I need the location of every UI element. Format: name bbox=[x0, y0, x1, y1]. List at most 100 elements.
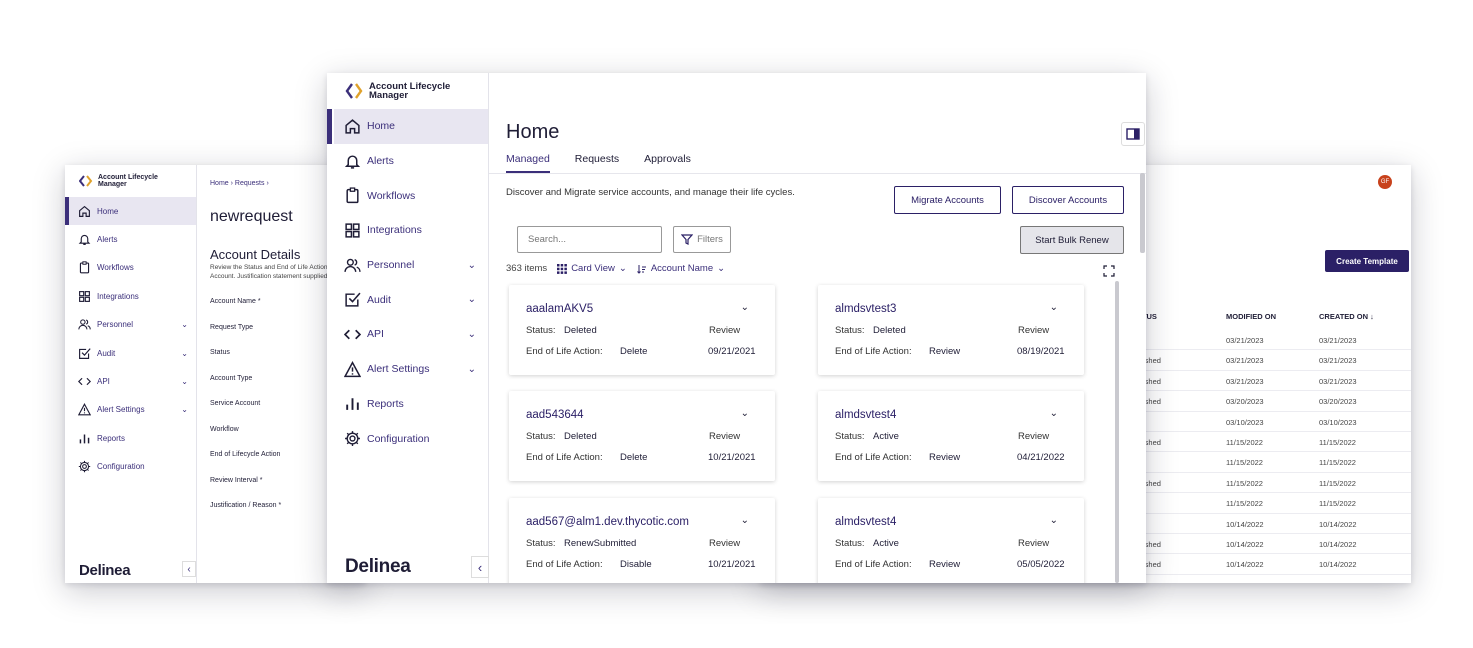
form-field-label: Workflow bbox=[210, 425, 239, 433]
account-card[interactable]: aaalamAKV5 ⌄ Status: Deleted Review End of Li… bbox=[509, 285, 775, 375]
app-name: Account Lifecycle Manager bbox=[369, 81, 451, 101]
create-template-button[interactable]: Create Template bbox=[1325, 250, 1409, 272]
table-row[interactable]: Published10/14/202210/14/2022 bbox=[1128, 554, 1411, 575]
table-row[interactable]: Published03/21/202303/21/2023 bbox=[1128, 350, 1411, 371]
cards-scrollbar[interactable] bbox=[1115, 281, 1119, 583]
sidebar-item-personnel[interactable]: Personnel ⌄ bbox=[65, 311, 196, 339]
column-header-modified[interactable]: MODIFIED ON bbox=[1226, 312, 1276, 321]
chevron-down-icon: ⌄ bbox=[467, 328, 476, 340]
sidebar-item-home[interactable]: Home bbox=[327, 109, 488, 144]
review-label: Review bbox=[1018, 325, 1050, 336]
account-name[interactable]: almdsvtest4 bbox=[835, 516, 896, 528]
table-row[interactable]: Published11/15/202211/15/2022 bbox=[1128, 432, 1411, 453]
sidebar-item-label: Integrations bbox=[97, 291, 139, 301]
account-card[interactable]: almdsvtest3 ⌄ Status: Deleted Review End of L… bbox=[818, 285, 1084, 375]
tab-approvals[interactable]: Approvals bbox=[644, 153, 691, 173]
review-label: Review bbox=[1018, 538, 1050, 549]
chevron-down-icon[interactable]: ⌄ bbox=[1050, 302, 1058, 313]
start-bulk-renew-button[interactable]: Start Bulk Renew bbox=[1020, 226, 1124, 254]
sidebar-item-alerts[interactable]: Alerts bbox=[327, 144, 488, 179]
account-name[interactable]: aad543644 bbox=[526, 409, 584, 421]
account-name[interactable]: almdsvtest4 bbox=[835, 409, 896, 421]
page-scrollbar[interactable] bbox=[1140, 173, 1145, 253]
column-header-created[interactable]: CREATED ON ↓ bbox=[1319, 312, 1374, 321]
eol-value: Disable bbox=[620, 559, 652, 570]
migrate-accounts-button[interactable]: Migrate Accounts bbox=[894, 186, 1001, 214]
sidebar-item-configuration[interactable]: Configuration bbox=[65, 453, 196, 481]
collapse-sidebar-button[interactable]: ‹ bbox=[182, 561, 196, 577]
discover-accounts-button[interactable]: Discover Accounts bbox=[1012, 186, 1124, 214]
sidebar-item-label: Home bbox=[367, 120, 396, 133]
table-row[interactable]: Draft11/15/202211/15/2022 bbox=[1128, 493, 1411, 514]
chevron-down-icon[interactable]: ⌄ bbox=[741, 408, 749, 419]
breadcrumb-home[interactable]: Home bbox=[210, 180, 229, 187]
sidebar-item-workflows[interactable]: Workflows bbox=[65, 254, 196, 282]
table-row[interactable]: Draft10/14/202210/14/2022 bbox=[1128, 514, 1411, 534]
account-name[interactable]: aad567@alm1.dev.thycotic.com bbox=[526, 516, 689, 528]
chevron-down-icon[interactable]: ⌄ bbox=[1050, 408, 1058, 419]
table-cell-modified: 11/15/2022 bbox=[1226, 499, 1263, 509]
sort-icon bbox=[636, 264, 646, 274]
status-label: Status: bbox=[526, 431, 556, 442]
sidebar-item-integrations[interactable]: Integrations bbox=[65, 282, 196, 310]
filters-button[interactable]: Filters bbox=[673, 226, 731, 253]
sidebar-item-alert-settings[interactable]: Alert Settings ⌄ bbox=[327, 352, 488, 387]
sidebar-item-personnel[interactable]: Personnel ⌄ bbox=[327, 248, 488, 283]
sidebar-item-reports[interactable]: Reports bbox=[65, 424, 196, 452]
sidebar-item-label: API bbox=[367, 328, 384, 341]
left-sidebar: Account Lifecycle Manager Home Alerts Work… bbox=[65, 165, 197, 583]
account-name[interactable]: almdsvtest3 bbox=[835, 303, 896, 315]
grid-icon bbox=[78, 290, 91, 303]
sidebar-item-api[interactable]: API ⌄ bbox=[65, 367, 196, 395]
tab-managed[interactable]: Managed bbox=[506, 153, 550, 173]
bar-chart-icon bbox=[78, 432, 91, 445]
eol-value: Delete bbox=[620, 452, 648, 463]
chevron-down-icon: ⌄ bbox=[717, 263, 726, 274]
avatar[interactable]: GF bbox=[1378, 175, 1392, 189]
collapse-sidebar-button[interactable]: ‹ bbox=[471, 556, 489, 578]
account-card[interactable]: almdsvtest4 ⌄ Status: Active Review End of Li… bbox=[818, 498, 1084, 583]
sort-dropdown[interactable]: Account Name ⌄ bbox=[636, 263, 726, 274]
view-mode-dropdown[interactable]: Card View ⌄ bbox=[557, 263, 627, 274]
sidebar-item-integrations[interactable]: Integrations bbox=[327, 213, 488, 248]
table-row[interactable]: Draft03/10/202303/10/2023 bbox=[1128, 412, 1411, 432]
table-row[interactable]: Published10/14/202210/14/2022 bbox=[1128, 534, 1411, 555]
table-row[interactable]: Published03/20/202303/20/2023 bbox=[1128, 391, 1411, 412]
sidebar-item-workflows[interactable]: Workflows bbox=[327, 178, 488, 213]
status-value: Deleted bbox=[564, 325, 597, 336]
table-cell-created: 10/14/2022 bbox=[1319, 560, 1357, 570]
table-row[interactable]: Published03/21/202303/21/2023 bbox=[1128, 371, 1411, 392]
sidebar-item-alerts[interactable]: Alerts bbox=[65, 225, 196, 253]
account-card[interactable]: aad567@alm1.dev.thycotic.com ⌄ Status: Rene… bbox=[509, 498, 775, 583]
sidebar-item-audit[interactable]: Audit ⌄ bbox=[65, 339, 196, 367]
warning-icon bbox=[78, 403, 91, 416]
screenshot-stage: Account Lifecycle Manager Home Alerts Work… bbox=[0, 0, 1473, 648]
sidebar-item-alert-settings[interactable]: Alert Settings ⌄ bbox=[65, 396, 196, 424]
sidebar-item-api[interactable]: API ⌄ bbox=[327, 317, 488, 352]
table-row[interactable]: Published11/15/202211/15/2022 bbox=[1128, 473, 1411, 494]
review-date: 09/21/2021 bbox=[708, 346, 756, 357]
sidebar-item-home[interactable]: Home bbox=[65, 197, 196, 226]
table-row[interactable]: Draft03/21/202303/21/2023 bbox=[1128, 330, 1411, 351]
account-name[interactable]: aaalamAKV5 bbox=[526, 303, 593, 315]
sidebar-item-label: Personnel bbox=[367, 259, 415, 272]
tab-requests[interactable]: Requests bbox=[575, 153, 619, 173]
sidebar-item-audit[interactable]: Audit ⌄ bbox=[327, 282, 488, 317]
chevron-down-icon[interactable]: ⌄ bbox=[1050, 515, 1058, 526]
chevron-down-icon: ⌄ bbox=[181, 348, 188, 358]
page-description: Discover and Migrate service accounts, a… bbox=[506, 187, 795, 198]
search-input[interactable] bbox=[517, 226, 662, 253]
table-row[interactable]: Draft11/15/202211/15/2022 bbox=[1128, 452, 1411, 473]
sidebar-item-label: Configuration bbox=[97, 462, 145, 472]
toggle-panel-button[interactable] bbox=[1121, 122, 1145, 146]
chevron-down-icon[interactable]: ⌄ bbox=[741, 515, 749, 526]
sidebar-item-configuration[interactable]: Configuration bbox=[327, 421, 488, 456]
sidebar-item-reports[interactable]: Reports bbox=[327, 387, 488, 422]
fullscreen-icon[interactable] bbox=[1103, 265, 1115, 277]
breadcrumb-requests[interactable]: Requests bbox=[235, 180, 265, 187]
tab-divider bbox=[489, 173, 1146, 174]
status-value: Deleted bbox=[873, 325, 906, 336]
account-card[interactable]: almdsvtest4 ⌄ Status: Active Review End of Li… bbox=[818, 391, 1084, 481]
chevron-down-icon[interactable]: ⌄ bbox=[741, 302, 749, 313]
account-card[interactable]: aad543644 ⌄ Status: Deleted Review End of Lif… bbox=[509, 391, 775, 481]
